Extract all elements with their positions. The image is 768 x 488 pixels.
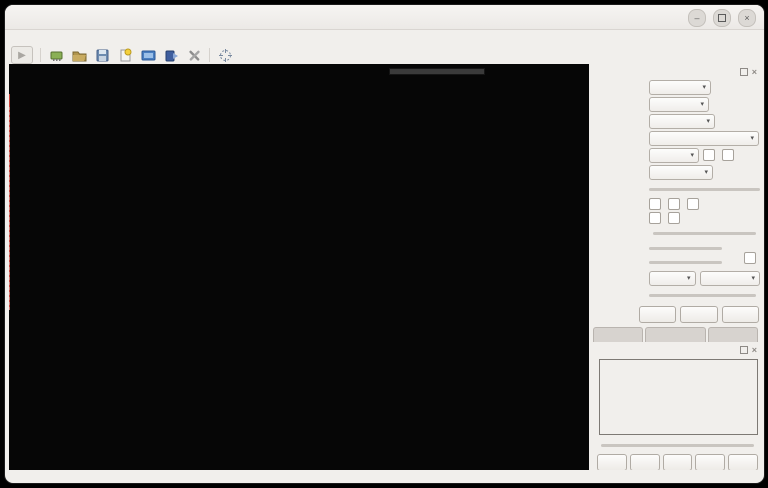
save-file-icon[interactable]	[94, 48, 110, 63]
fft-settings-form: ▾ ▾ ▾ ▾ ▾	[593, 79, 760, 324]
wf-mode-combo[interactable]: ▾	[649, 271, 696, 286]
window-combo[interactable]: ▾	[649, 131, 759, 146]
tab-fft-settings[interactable]	[708, 327, 758, 342]
wf-theme-combo[interactable]: ▾	[700, 271, 760, 286]
plot-db-slider[interactable]	[649, 242, 722, 254]
play-button[interactable]	[695, 454, 725, 470]
gain-row	[597, 437, 758, 452]
iq-record-icon[interactable]	[140, 48, 156, 63]
tools-icon[interactable]	[186, 48, 202, 63]
max-checkbox[interactable]	[668, 198, 683, 210]
mute-button[interactable]	[597, 454, 627, 470]
dock-close-icon[interactable]: ×	[752, 346, 757, 354]
maximize-button[interactable]	[713, 9, 731, 27]
audio-spectrum-plot	[599, 359, 758, 435]
close-button[interactable]: ×	[738, 9, 756, 27]
fill-checkbox[interactable]	[722, 149, 737, 161]
min-checkbox[interactable]	[687, 198, 702, 210]
wf-db-slider[interactable]	[649, 256, 722, 268]
waterfall-canvas[interactable]	[9, 324, 589, 470]
gain-slider[interactable]	[601, 439, 754, 451]
chevron-down-icon: ▾	[687, 274, 691, 282]
toolbar: ▶	[5, 46, 764, 64]
plot-mode-combo[interactable]: ▾	[649, 148, 699, 163]
audio-spectrum-canvas	[600, 360, 755, 434]
more-options-button[interactable]	[728, 454, 758, 470]
gqrx-window: – × ▶	[4, 4, 765, 484]
fft-size-combo[interactable]: ▾	[649, 80, 711, 95]
minimize-button[interactable]: –	[688, 9, 706, 27]
chevron-down-icon: ▾	[690, 151, 694, 159]
demod-button[interactable]	[722, 306, 759, 323]
meter-bar	[389, 68, 485, 75]
dock-close-icon[interactable]: ×	[752, 68, 757, 76]
io-devices-icon[interactable]	[48, 48, 64, 63]
dock-tab-bar	[593, 327, 760, 342]
main-content: × ▾ ▾ ▾	[5, 64, 764, 470]
wf-span-combo[interactable]: ▾	[649, 114, 715, 129]
title-bar[interactable]: – ×	[5, 5, 764, 30]
peaks-checkbox[interactable]	[649, 198, 664, 210]
chevron-down-icon: ▾	[700, 100, 704, 108]
white-checkbox[interactable]	[703, 149, 718, 161]
lock-checkbox[interactable]	[744, 252, 759, 264]
frequency-scale[interactable]	[9, 310, 589, 324]
maximize-icon	[718, 14, 726, 22]
chevron-down-icon: ▾	[706, 117, 710, 125]
menu-bar	[5, 30, 764, 46]
freq-zoom-slider[interactable]	[649, 289, 756, 301]
rec-button[interactable]	[663, 454, 693, 470]
fft-settings-header: ×	[593, 64, 760, 79]
center-button[interactable]	[680, 306, 717, 323]
markers-checkbox[interactable]	[668, 212, 683, 224]
plotter-area	[9, 64, 589, 470]
averaging-slider[interactable]	[649, 183, 760, 195]
dock-float-icon[interactable]	[740, 68, 748, 76]
dock-float-icon[interactable]	[740, 346, 748, 354]
rate-combo[interactable]: ▾	[649, 97, 709, 112]
station-marker-line	[9, 107, 10, 310]
dsp-options-icon[interactable]	[163, 48, 179, 63]
right-panel: × ▾ ▾ ▾	[593, 64, 760, 470]
chevron-down-icon: ▾	[750, 134, 754, 142]
audio-header: ×	[593, 342, 760, 357]
chevron-down-icon: ▾	[702, 83, 706, 91]
audio-buttons	[597, 454, 758, 470]
tab-input-controls[interactable]	[593, 327, 643, 342]
spectrum-plot	[9, 94, 589, 310]
signal-meter	[389, 67, 485, 76]
spectrum-canvas[interactable]	[9, 94, 589, 310]
frequency-row	[9, 64, 589, 94]
open-file-icon[interactable]	[71, 48, 87, 63]
remote-control-icon[interactable]	[217, 48, 233, 63]
udp-button[interactable]	[630, 454, 660, 470]
plot-scale-combo[interactable]: ▾	[649, 165, 713, 180]
start-dsp-button[interactable]: ▶	[11, 46, 33, 64]
split-slider[interactable]	[653, 227, 756, 239]
tab-receiver-options[interactable]	[645, 327, 705, 342]
toolbar-separator	[40, 48, 41, 62]
toolbar-separator	[209, 48, 210, 62]
band-plan-checkbox[interactable]	[649, 212, 664, 224]
chevron-down-icon: ▾	[751, 274, 755, 282]
reset-button[interactable]	[639, 306, 676, 323]
chevron-down-icon: ▾	[704, 168, 708, 176]
bookmarks-icon[interactable]	[117, 48, 133, 63]
